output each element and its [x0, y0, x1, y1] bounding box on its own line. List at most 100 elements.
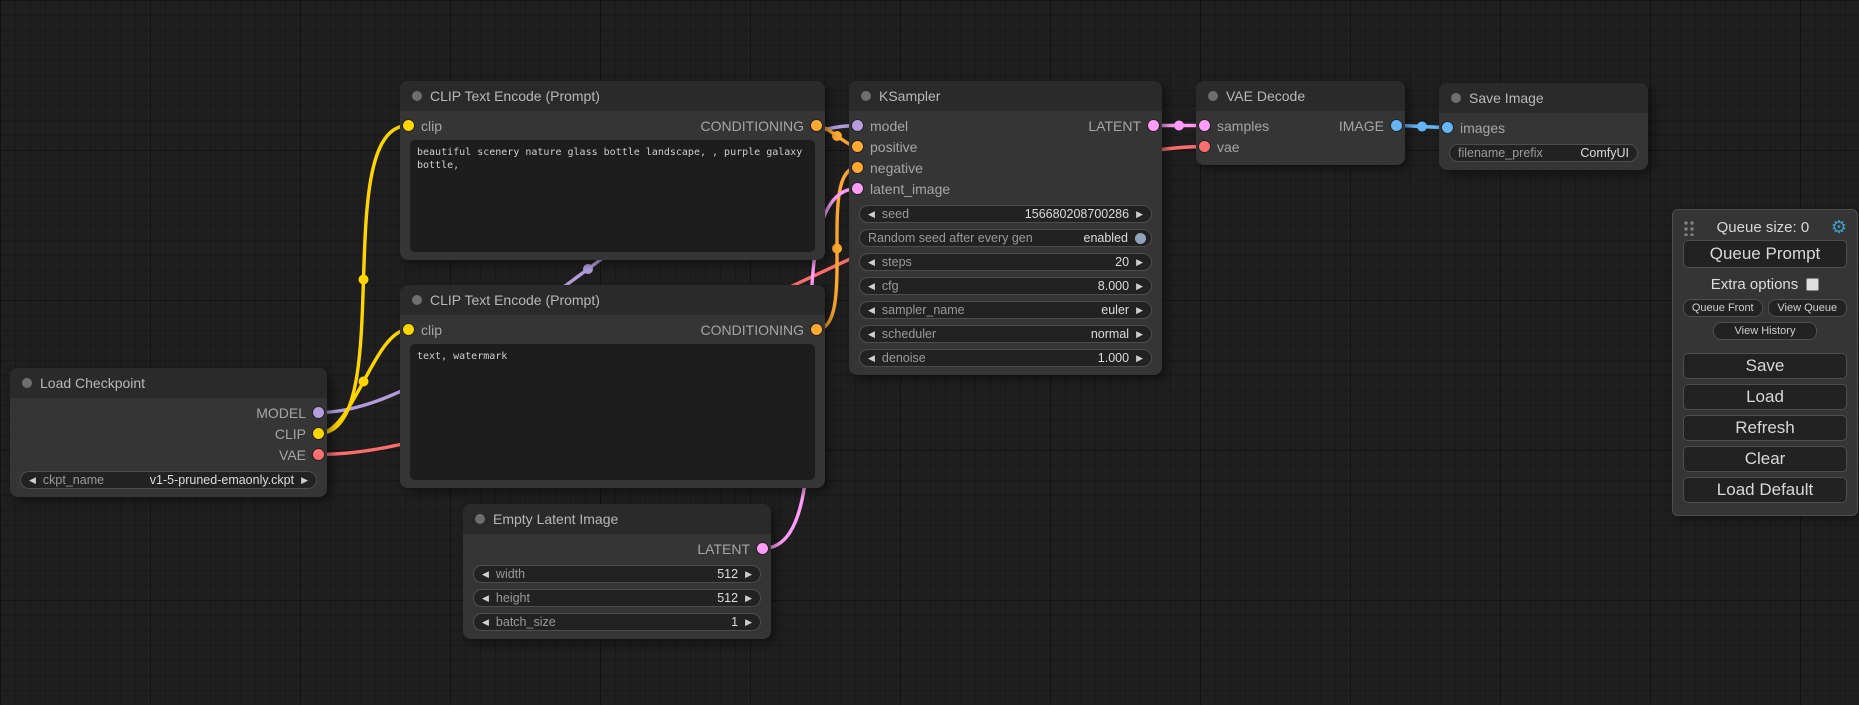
load-default-button[interactable]: Load Default	[1683, 477, 1847, 503]
node-load-checkpoint[interactable]: Load Checkpoint MODEL CLIP VAE ◀ ckpt_na…	[10, 368, 327, 497]
input-port-vae[interactable]	[1199, 141, 1210, 152]
node-titlebar[interactable]: Save Image	[1439, 83, 1648, 113]
output-port-image[interactable]	[1391, 120, 1402, 131]
input-label-samples: samples	[1217, 118, 1269, 134]
node-titlebar[interactable]: Load Checkpoint	[10, 368, 327, 398]
increment-arrow-icon[interactable]: ▶	[1136, 210, 1143, 219]
input-port-samples[interactable]	[1199, 120, 1210, 131]
input-port-latent-image[interactable]	[852, 183, 863, 194]
output-label-model: MODEL	[256, 405, 306, 421]
input-port-model[interactable]	[852, 120, 863, 131]
output-label-conditioning: CONDITIONING	[701, 118, 804, 134]
link-midpoint-dot	[359, 275, 369, 285]
decrement-arrow-icon[interactable]: ◀	[868, 330, 875, 339]
output-port-clip[interactable]	[313, 428, 324, 439]
collapse-dot[interactable]	[412, 91, 422, 101]
increment-arrow-icon[interactable]: ▶	[301, 476, 308, 485]
widget-value: v1-5-pruned-emaonly.ckpt	[150, 473, 294, 487]
output-port-vae[interactable]	[313, 449, 324, 460]
increment-arrow-icon[interactable]: ▶	[1136, 330, 1143, 339]
scheduler-widget[interactable]: ◀ scheduler normal ▶	[859, 325, 1152, 343]
input-port-clip[interactable]	[403, 120, 414, 131]
collapse-dot[interactable]	[412, 295, 422, 305]
decrement-arrow-icon[interactable]: ◀	[29, 476, 36, 485]
output-port-conditioning[interactable]	[811, 324, 822, 335]
load-button[interactable]: Load	[1683, 384, 1847, 410]
random-seed-toggle-widget[interactable]: Random seed after every gen enabled	[859, 229, 1152, 247]
output-port-latent[interactable]	[1148, 120, 1159, 131]
node-empty-latent-image[interactable]: Empty Latent Image LATENT ◀ width 512 ▶ …	[463, 504, 771, 639]
input-label-model: model	[870, 118, 908, 134]
extra-options-checkbox[interactable]	[1806, 278, 1819, 291]
input-label-images: images	[1460, 120, 1505, 136]
output-port-latent[interactable]	[757, 543, 768, 554]
decrement-arrow-icon[interactable]: ◀	[482, 618, 489, 627]
increment-arrow-icon[interactable]: ▶	[745, 594, 752, 603]
node-vae-decode[interactable]: VAE Decode samples IMAGE vae	[1196, 81, 1405, 165]
node-save-image[interactable]: Save Image images filename_prefix ComfyU…	[1439, 83, 1648, 170]
increment-arrow-icon[interactable]: ▶	[1136, 258, 1143, 267]
widget-value: enabled	[1084, 231, 1129, 245]
input-port-images[interactable]	[1442, 122, 1453, 133]
sampler-name-widget[interactable]: ◀ sampler_name euler ▶	[859, 301, 1152, 319]
steps-widget[interactable]: ◀ steps 20 ▶	[859, 253, 1152, 271]
settings-gear-icon[interactable]: ⚙	[1831, 218, 1847, 236]
node-ksampler[interactable]: KSampler model LATENT positive negative …	[849, 81, 1162, 375]
refresh-button[interactable]: Refresh	[1683, 415, 1847, 441]
node-title: CLIP Text Encode (Prompt)	[430, 292, 600, 308]
output-port-model[interactable]	[313, 407, 324, 418]
decrement-arrow-icon[interactable]: ◀	[482, 594, 489, 603]
decrement-arrow-icon[interactable]: ◀	[868, 258, 875, 267]
input-port-positive[interactable]	[852, 141, 863, 152]
decrement-arrow-icon[interactable]: ◀	[482, 570, 489, 579]
negative-prompt-textarea[interactable]: text, watermark	[410, 344, 815, 480]
ckpt-name-widget[interactable]: ◀ ckpt_name v1-5-pruned-emaonly.ckpt ▶	[20, 471, 317, 489]
extra-options-label: Extra options	[1711, 276, 1799, 293]
decrement-arrow-icon[interactable]: ◀	[868, 306, 875, 315]
collapse-dot[interactable]	[1208, 91, 1218, 101]
increment-arrow-icon[interactable]: ▶	[1136, 282, 1143, 291]
view-queue-button[interactable]: View Queue	[1768, 299, 1848, 317]
positive-prompt-textarea[interactable]: beautiful scenery nature glass bottle la…	[410, 140, 815, 252]
collapse-dot[interactable]	[1451, 93, 1461, 103]
decrement-arrow-icon[interactable]: ◀	[868, 354, 875, 363]
collapse-dot[interactable]	[861, 91, 871, 101]
filename-prefix-widget[interactable]: filename_prefix ComfyUI	[1449, 144, 1638, 162]
decrement-arrow-icon[interactable]: ◀	[868, 210, 875, 219]
toggle-indicator[interactable]	[1135, 233, 1146, 244]
queue-prompt-button[interactable]: Queue Prompt	[1683, 240, 1847, 268]
queue-front-button[interactable]: Queue Front	[1683, 299, 1763, 317]
node-titlebar[interactable]: CLIP Text Encode (Prompt)	[400, 285, 825, 315]
widget-value: 512	[717, 591, 738, 605]
save-button[interactable]: Save	[1683, 353, 1847, 379]
increment-arrow-icon[interactable]: ▶	[745, 618, 752, 627]
collapse-dot[interactable]	[475, 514, 485, 524]
increment-arrow-icon[interactable]: ▶	[745, 570, 752, 579]
height-widget[interactable]: ◀ height 512 ▶	[473, 589, 761, 607]
node-titlebar[interactable]: CLIP Text Encode (Prompt)	[400, 81, 825, 111]
node-clip-text-encode-positive[interactable]: CLIP Text Encode (Prompt) clip CONDITION…	[400, 81, 825, 260]
output-port-conditioning[interactable]	[811, 120, 822, 131]
denoise-widget[interactable]: ◀ denoise 1.000 ▶	[859, 349, 1152, 367]
node-titlebar[interactable]: KSampler	[849, 81, 1162, 111]
clear-button[interactable]: Clear	[1683, 446, 1847, 472]
view-history-button[interactable]: View History	[1713, 322, 1817, 340]
input-port-clip[interactable]	[403, 324, 414, 335]
batch-size-widget[interactable]: ◀ batch_size 1 ▶	[473, 613, 761, 631]
increment-arrow-icon[interactable]: ▶	[1136, 354, 1143, 363]
seed-widget[interactable]: ◀ seed 156680208700286 ▶	[859, 205, 1152, 223]
collapse-dot[interactable]	[22, 378, 32, 388]
increment-arrow-icon[interactable]: ▶	[1136, 306, 1143, 315]
node-clip-text-encode-negative[interactable]: CLIP Text Encode (Prompt) clip CONDITION…	[400, 285, 825, 488]
width-widget[interactable]: ◀ width 512 ▶	[473, 565, 761, 583]
output-label-conditioning: CONDITIONING	[701, 322, 804, 338]
input-port-negative[interactable]	[852, 162, 863, 173]
menu-drag-handle-icon[interactable]	[1683, 219, 1695, 236]
decrement-arrow-icon[interactable]: ◀	[868, 282, 875, 291]
node-titlebar[interactable]: Empty Latent Image	[463, 504, 771, 534]
input-label-clip: clip	[421, 118, 442, 134]
node-titlebar[interactable]: VAE Decode	[1196, 81, 1405, 111]
node-graph-canvas[interactable]: Load Checkpoint MODEL CLIP VAE ◀ ckpt_na…	[0, 0, 1859, 705]
cfg-widget[interactable]: ◀ cfg 8.000 ▶	[859, 277, 1152, 295]
node-title: Empty Latent Image	[493, 511, 618, 527]
